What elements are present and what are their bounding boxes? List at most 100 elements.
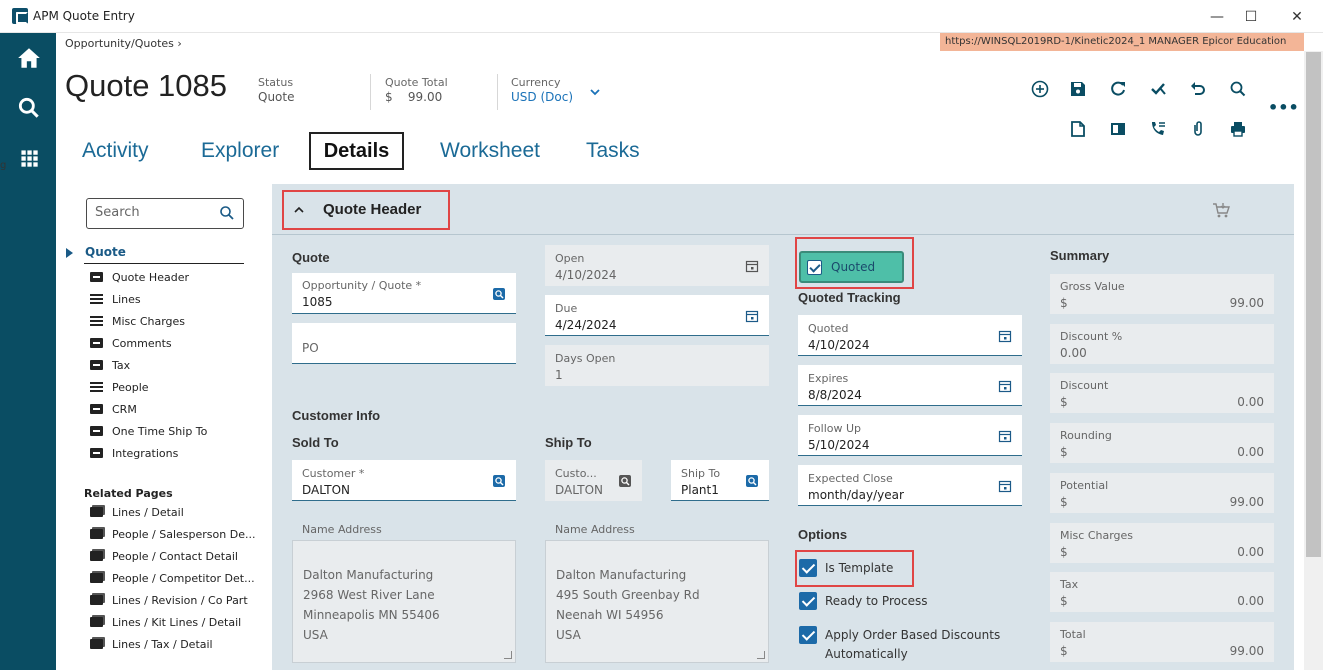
is-template-checkbox[interactable] xyxy=(799,559,817,577)
related-page-link[interactable]: Lines / Detail xyxy=(90,505,184,521)
header-divider xyxy=(497,74,498,110)
maximize-button[interactable]: ☐ xyxy=(1237,6,1265,28)
ship-name-address-label: Name Address xyxy=(555,523,635,536)
tree-item-quote-header[interactable]: Quote Header xyxy=(90,270,189,286)
options-title: Options xyxy=(798,527,848,542)
quoted-date-field[interactable]: Quoted 4/10/2024 xyxy=(798,315,1022,356)
tree-item-integrations[interactable]: Integrations xyxy=(90,446,178,462)
environment-banner: https://WINSQL2019RD-1/Kinetic2024_1 MAN… xyxy=(940,33,1304,51)
undo-icon[interactable] xyxy=(1188,79,1208,99)
calendar-icon xyxy=(745,260,759,273)
page-icon xyxy=(90,595,103,605)
lookup-icon[interactable] xyxy=(745,474,759,488)
calendar-icon[interactable] xyxy=(998,429,1012,443)
breadcrumb[interactable]: Opportunity/Quotes › xyxy=(65,37,182,50)
minimize-button[interactable]: — xyxy=(1203,6,1231,28)
follow-up-date-field[interactable]: Follow Up 5/10/2024 xyxy=(798,415,1022,456)
clear-icon[interactable] xyxy=(1148,79,1168,99)
calendar-icon[interactable] xyxy=(998,379,1012,393)
search-icon[interactable] xyxy=(16,95,42,121)
close-button[interactable]: ✕ xyxy=(1283,6,1311,28)
quoted-tracking-title: Quoted Tracking xyxy=(798,290,901,305)
po-field[interactable]: PO xyxy=(292,323,516,364)
related-page-link[interactable]: Lines / Revision / Co Part xyxy=(90,593,248,609)
tab-explorer[interactable]: Explorer xyxy=(201,139,279,163)
lookup-icon[interactable] xyxy=(492,474,506,488)
document-icon[interactable] xyxy=(1068,119,1088,139)
ship-to-address: Dalton Manufacturing 495 South Greenbay … xyxy=(545,540,769,663)
related-page-link[interactable]: People / Competitor Det... xyxy=(90,571,255,587)
is-template-label: Is Template xyxy=(825,561,894,575)
related-page-link[interactable]: Lines / Tax / Detail xyxy=(90,637,213,653)
expected-close-field[interactable]: Expected Close month/day/year xyxy=(798,465,1022,506)
tree-search-input[interactable] xyxy=(95,205,215,220)
tree-search-box[interactable] xyxy=(86,198,244,229)
summary-gross-value: Gross Value $99.00 xyxy=(1050,274,1274,314)
currency-field[interactable]: Currency USD (Doc) xyxy=(511,76,573,104)
tree-item-people[interactable]: People xyxy=(90,380,149,396)
apps-grid-icon[interactable] xyxy=(16,145,42,171)
ready-to-process-checkbox[interactable] xyxy=(799,592,817,610)
customer-field[interactable]: Customer * DALTON xyxy=(292,460,516,501)
related-page-link[interactable]: Lines / Kit Lines / Detail xyxy=(90,615,241,631)
related-page-link[interactable]: People / Salesperson De... xyxy=(90,527,255,543)
lookup-icon xyxy=(619,475,631,487)
window-title: APM Quote Entry xyxy=(33,9,135,23)
related-page-link[interactable]: People / Contact Detail xyxy=(90,549,238,565)
tab-worksheet[interactable]: Worksheet xyxy=(440,139,540,163)
page-icon xyxy=(90,639,103,649)
summary-discount: Discount $0.00 xyxy=(1050,373,1274,413)
days-open-field: Days Open 1 xyxy=(545,345,769,386)
apply-discounts-label: Apply Order Based Discounts xyxy=(825,628,1001,642)
add-new-icon[interactable] xyxy=(1030,79,1050,99)
tree-item-one-time-ship-to[interactable]: One Time Ship To xyxy=(90,424,207,440)
cart-icon[interactable] xyxy=(1211,200,1231,220)
apply-discounts-checkbox[interactable] xyxy=(799,626,817,644)
save-icon[interactable] xyxy=(1068,79,1088,99)
calendar-icon[interactable] xyxy=(745,309,759,323)
quoted-checkbox[interactable]: Quoted xyxy=(799,251,904,283)
card-icon xyxy=(90,272,103,282)
lookup-icon[interactable] xyxy=(492,287,506,301)
resize-grip-icon[interactable] xyxy=(757,651,765,659)
phone-list-icon[interactable] xyxy=(1148,119,1168,139)
search-icon[interactable] xyxy=(219,205,235,221)
summary-title: Summary xyxy=(1050,248,1110,263)
tree-expand-icon[interactable] xyxy=(66,248,73,258)
calendar-icon[interactable] xyxy=(998,329,1012,343)
tab-activity[interactable]: Activity xyxy=(82,139,149,163)
tab-details[interactable]: Details xyxy=(309,132,404,170)
tree-item-tax[interactable]: Tax xyxy=(90,358,130,374)
section-title[interactable]: Quote Header xyxy=(323,201,421,218)
chevron-down-icon[interactable] xyxy=(590,88,600,96)
tree-root-quote[interactable]: Quote xyxy=(85,245,126,259)
attachment-icon[interactable] xyxy=(1188,119,1208,139)
tree-item-lines[interactable]: Lines xyxy=(90,292,141,308)
ready-to-process-label: Ready to Process xyxy=(825,594,928,608)
ship-to-field[interactable]: Ship To Plant1 xyxy=(671,460,769,501)
card-icon xyxy=(90,360,103,370)
scrollbar-thumb[interactable] xyxy=(1306,52,1321,557)
chevron-up-icon[interactable] xyxy=(293,206,305,214)
currency-value[interactable]: USD (Doc) xyxy=(511,90,573,104)
home-icon[interactable] xyxy=(16,45,42,71)
resize-grip-icon[interactable] xyxy=(504,651,512,659)
search-icon[interactable] xyxy=(1228,79,1248,99)
print-icon[interactable] xyxy=(1228,119,1248,139)
expires-date-field[interactable]: Expires 8/8/2024 xyxy=(798,365,1022,406)
tab-tasks[interactable]: Tasks xyxy=(586,139,640,163)
more-options-button[interactable]: ••• xyxy=(1268,98,1299,117)
refresh-icon[interactable] xyxy=(1108,79,1128,99)
ship-to-title: Ship To xyxy=(545,435,592,450)
quote-total-field: Quote Total $ 99.00 xyxy=(385,76,448,104)
tree-item-crm[interactable]: CRM xyxy=(90,402,137,418)
left-nav-bar xyxy=(0,33,56,670)
ship-customer-field: Custo... DALTON xyxy=(545,460,642,501)
tree-item-misc-charges[interactable]: Misc Charges xyxy=(90,314,185,330)
due-date-field[interactable]: Due 4/24/2024 xyxy=(545,295,769,336)
calendar-icon[interactable] xyxy=(998,479,1012,493)
panel-icon[interactable] xyxy=(1108,119,1128,139)
opportunity-quote-field[interactable]: Opportunity / Quote * 1085 xyxy=(292,273,516,314)
tree-item-comments[interactable]: Comments xyxy=(90,336,172,352)
check-icon xyxy=(807,260,822,275)
